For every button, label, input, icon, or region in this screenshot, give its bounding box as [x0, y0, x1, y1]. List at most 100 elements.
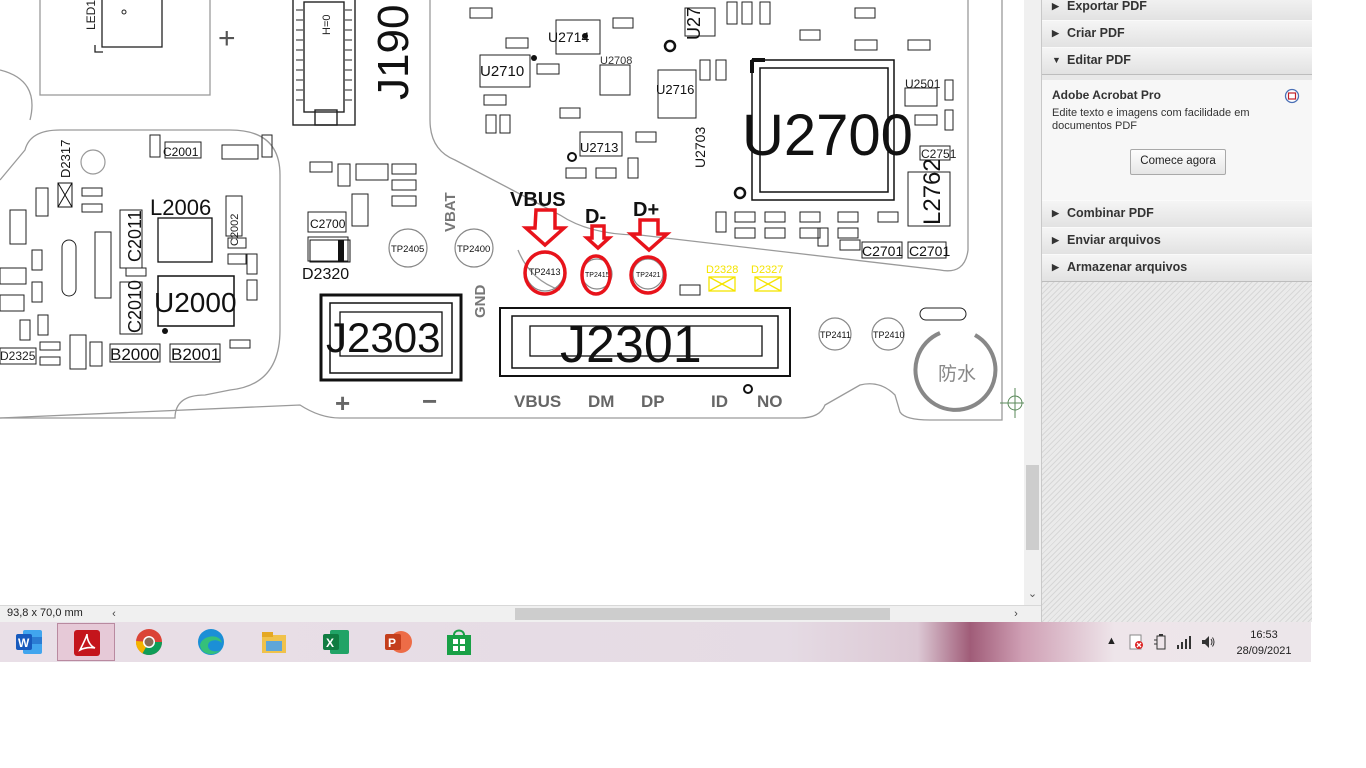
silk-vbat: VBAT: [442, 192, 459, 232]
powerpoint-icon: P: [385, 631, 412, 653]
editar-pdf-content: Adobe Acrobat Pro Edite texto e imagens …: [1042, 80, 1312, 201]
tp2405-label: TP2405: [391, 244, 424, 255]
taskbar: W X P ▲ 16:53 28/09/2021: [0, 622, 1311, 662]
silk-d2317: D2317: [58, 140, 73, 178]
silk-u2703: U2703: [692, 127, 708, 168]
silk-c2001: C2001: [163, 145, 199, 159]
section-armazenar-arquivos[interactable]: ▶ Armazenar arquivos: [1042, 254, 1312, 282]
section-label: Armazenar arquivos: [1067, 260, 1188, 274]
silk-u2716: U2716: [656, 82, 694, 97]
section-exportar-pdf[interactable]: ▶ Exportar PDF: [1042, 0, 1312, 21]
waterproof-mark: 防水: [938, 363, 976, 385]
svg-text:X: X: [326, 636, 334, 650]
store-icon: [447, 629, 471, 655]
tp2413-label: TP2413: [529, 267, 561, 277]
silk-c2751: C2751: [921, 147, 957, 161]
silk-led19: LED19: [84, 0, 98, 30]
d-minus-arrow-icon: [582, 224, 614, 251]
outline-left-arc: [0, 69, 33, 121]
tp2411-label: TP2411: [820, 330, 851, 340]
acrobat-tray-icon[interactable]: [1128, 634, 1144, 650]
section-label: Enviar arquivos: [1067, 233, 1161, 247]
file-explorer-icon: [262, 632, 286, 653]
scroll-left-arrow-icon[interactable]: ‹: [108, 606, 120, 623]
tp2421-label: TP2421: [636, 272, 661, 279]
clock[interactable]: 16:53 28/09/2021: [1226, 627, 1302, 659]
silk-c2002: C2002: [229, 214, 241, 246]
silk-gnd: GND: [472, 285, 489, 319]
vertical-scroll-thumb[interactable]: [1026, 465, 1039, 550]
scroll-down-arrow-icon[interactable]: ⌄: [1024, 586, 1041, 603]
section-combinar-pdf[interactable]: ▶ Combinar PDF: [1042, 200, 1312, 228]
section-editar-pdf[interactable]: ▼ Editar PDF: [1042, 47, 1312, 75]
j2303-plus: +: [335, 388, 350, 418]
j2303-minus: −: [422, 386, 437, 416]
taskbar-chrome[interactable]: [120, 623, 178, 661]
tp2415-label: TP2415: [585, 272, 610, 279]
battery-plug-icon[interactable]: [1152, 634, 1168, 650]
collapsed-triangle-icon: ▶: [1052, 235, 1059, 245]
silk-c2011: C2011: [125, 210, 145, 262]
tp2400-label: TP2400: [457, 244, 490, 255]
pin-dm: DM: [588, 392, 614, 411]
pin-vbus: VBUS: [514, 392, 561, 411]
acrobat-pro-icon[interactable]: [1284, 88, 1300, 104]
edge-icon: [198, 629, 224, 655]
silk-d2328: D2328: [706, 264, 738, 276]
silk-u2710: U2710: [480, 63, 524, 80]
taskbar-word[interactable]: W: [0, 623, 58, 661]
silk-j190: J190: [369, 5, 418, 100]
silk-d2325: D2325: [0, 349, 36, 363]
silk-c2700: C2701: [862, 243, 903, 259]
silk-u2714: U2714: [548, 29, 589, 45]
taskbar-excel[interactable]: X: [307, 623, 365, 661]
silk-l2006: L2006: [150, 195, 211, 220]
taskbar-acrobat[interactable]: [57, 623, 115, 661]
tray-chevron-up-icon[interactable]: ▲: [1106, 635, 1117, 675]
status-bar: 93,8 x 70,0 mm ‹ ›: [0, 605, 1041, 623]
silk-l2762: L2762: [919, 158, 946, 225]
silk-h0: H=0: [321, 15, 333, 36]
pdf-document-view[interactable]: LED19 + J190 H=0 U2700 U2714 U2710 U2708…: [0, 0, 1024, 605]
section-enviar-arquivos[interactable]: ▶ Enviar arquivos: [1042, 227, 1312, 255]
pin-id: ID: [711, 392, 728, 411]
section-criar-pdf[interactable]: ▶ Criar PDF: [1042, 20, 1312, 48]
product-description: Edite texto e imagens com facilidade em …: [1052, 107, 1250, 132]
pin-no: NO: [757, 392, 783, 411]
silk-u2700: U2700: [742, 103, 913, 168]
expanded-triangle-icon: ▼: [1052, 55, 1061, 65]
comece-agora-button[interactable]: Comece agora: [1130, 149, 1226, 175]
collapsed-triangle-icon: ▶: [1052, 262, 1059, 272]
taskbar-edge[interactable]: [182, 623, 240, 661]
silk-j2301: J2301: [560, 316, 702, 374]
acrobat-icon: [74, 630, 100, 656]
volume-icon[interactable]: [1200, 634, 1216, 650]
collapsed-triangle-icon: ▶: [1052, 208, 1059, 218]
silk-u27: U27: [684, 7, 704, 40]
taskbar-powerpoint[interactable]: P: [369, 623, 427, 661]
scroll-right-arrow-icon[interactable]: ›: [1010, 606, 1022, 623]
taskbar-file-explorer[interactable]: [245, 623, 303, 661]
page-dimensions: 93,8 x 70,0 mm: [7, 607, 83, 619]
product-name: Adobe Acrobat Pro: [1052, 88, 1161, 102]
section-label: Editar PDF: [1067, 53, 1131, 67]
pin-dp: DP: [641, 392, 665, 411]
collapsed-triangle-icon: ▶: [1052, 1, 1059, 11]
signal-icon[interactable]: [1176, 634, 1192, 650]
word-icon: W: [16, 630, 42, 654]
taskbar-store[interactable]: [430, 623, 488, 661]
svg-text:P: P: [388, 636, 396, 650]
collapsed-triangle-icon: ▶: [1052, 28, 1059, 38]
section-label: Combinar PDF: [1067, 206, 1154, 220]
silk-b2000: B2000: [110, 345, 159, 364]
tools-panel: ▶ Exportar PDF ▶ Criar PDF ▼ Editar PDF …: [1041, 0, 1312, 622]
clock-time: 16:53: [1250, 629, 1278, 641]
vertical-scrollbar[interactable]: ⌄: [1024, 0, 1041, 605]
vbus-arrow-icon: [521, 208, 569, 248]
silk-b2001: B2001: [171, 345, 220, 364]
silk-j2303: J2303: [326, 314, 440, 361]
silk-c2010: C2010: [125, 280, 145, 333]
silk-u2713: U2713: [580, 140, 618, 155]
silk-u2501: U2501: [905, 77, 941, 91]
horizontal-scroll-thumb[interactable]: [515, 608, 890, 620]
